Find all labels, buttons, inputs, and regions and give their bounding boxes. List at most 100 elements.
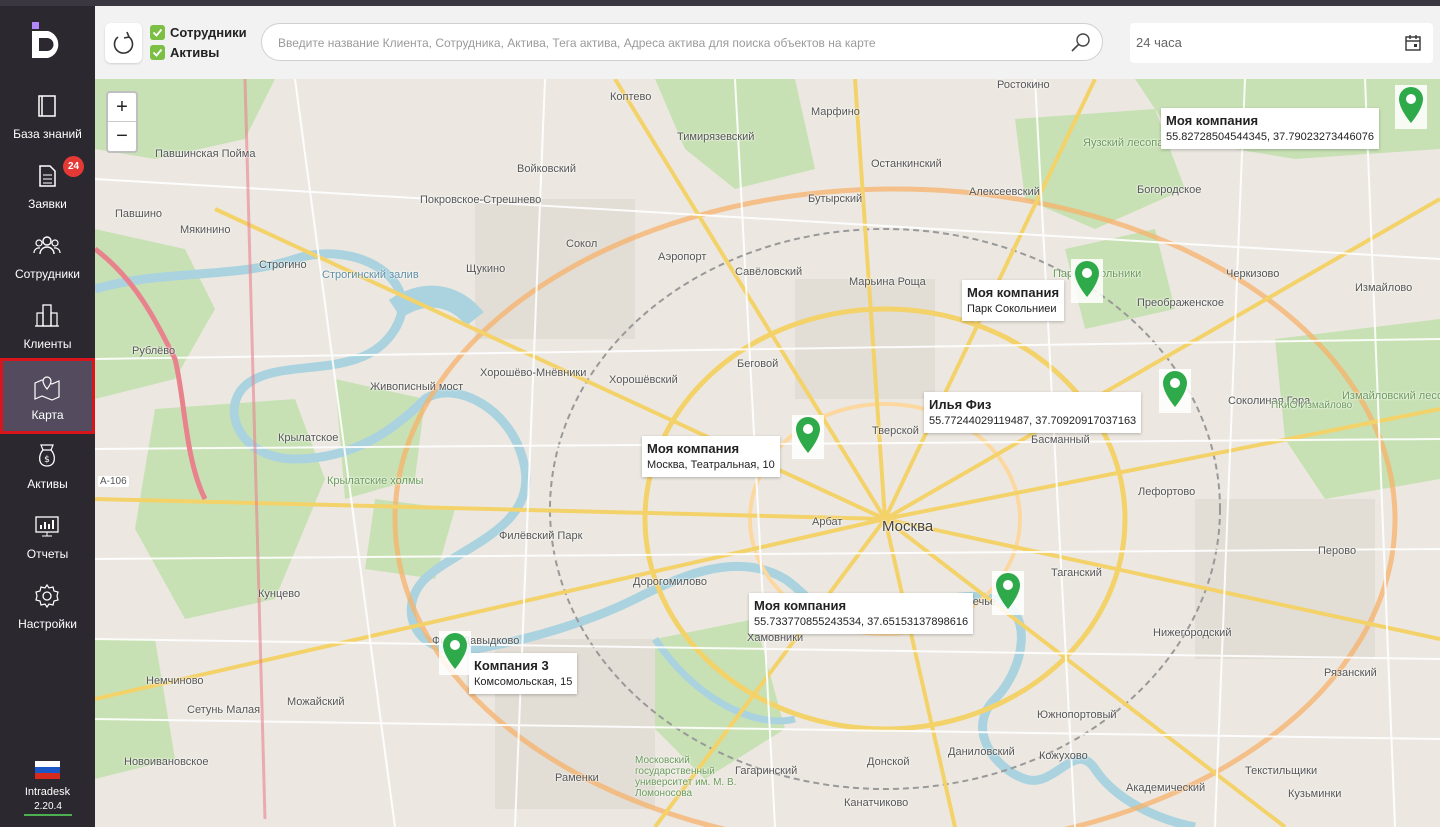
place-label: Преображенское	[1137, 297, 1225, 309]
place-label: Сетунь Малая	[187, 704, 261, 716]
refresh-icon	[113, 31, 134, 54]
place-label: Новоивановское	[124, 756, 209, 768]
map-marker-pin-icon[interactable]	[439, 631, 471, 675]
place-label: Крылатское	[278, 432, 339, 444]
place-label: Немчиново	[146, 675, 204, 687]
place-label: Ростокино	[997, 79, 1050, 91]
marker-label[interactable]: Моя компания Парк Сокольниеи	[962, 280, 1065, 321]
place-label: Останкинский	[871, 158, 942, 170]
place-label: Тимирязевский	[677, 131, 755, 143]
map-search	[261, 23, 1103, 61]
sidebar-item-clients[interactable]: Клиенты	[0, 294, 95, 364]
money-bag-icon: $	[39, 444, 55, 467]
marker-subtitle: Комсомольская, 15	[474, 676, 573, 688]
road-shield: А-106	[98, 476, 129, 487]
place-label: Донской	[867, 756, 910, 768]
marker-label[interactable]: Моя компания Москва, Театральная, 10	[642, 436, 780, 477]
marker-label[interactable]: Компания 3 Комсомольская, 15	[469, 653, 578, 694]
place-label-city: Москва	[882, 518, 934, 535]
place-label: Покровское-Стрешнево	[420, 194, 542, 206]
monitor-chart-icon	[35, 516, 59, 537]
place-label: Живописный мост	[370, 381, 464, 393]
place-label: Кожухово	[1039, 750, 1088, 762]
place-label: Дорогомилово	[633, 576, 708, 588]
place-label: Войковский	[517, 163, 576, 175]
search-input[interactable]	[278, 33, 1058, 53]
sidebar-item-tickets[interactable]: 24 Заявки	[0, 154, 95, 224]
place-label: Хорошёвский	[609, 374, 678, 386]
brand-name: Intradesk	[24, 786, 71, 798]
map-marker-pin-icon[interactable]	[792, 415, 824, 459]
sidebar-item-label: Заявки	[28, 197, 67, 211]
place-label: Филёвский Парк	[499, 530, 583, 542]
app-version: 2.20.4	[24, 801, 72, 816]
toolbar: Сотрудники Активы 24 часа	[95, 6, 1440, 79]
map-marker-pin-icon[interactable]	[1071, 259, 1103, 303]
place-label: Аэропорт	[658, 251, 707, 263]
marker-title: Компания 3	[474, 658, 549, 673]
sidebar-item-reports[interactable]: Отчеты	[0, 504, 95, 574]
marker-subtitle: Москва, Театральная, 10	[647, 459, 775, 471]
sidebar-item-map[interactable]: Карта	[0, 358, 95, 434]
place-label: Крылатские холмы	[327, 475, 424, 487]
buildings-icon	[35, 304, 59, 327]
marker-title: Моя компания	[647, 441, 740, 456]
map-canvas[interactable]: Коптево Марфино Ростокино Тимирязевский …	[95, 79, 1440, 827]
sidebar-item-label: Активы	[27, 477, 68, 491]
zoom-out-button[interactable]: −	[108, 122, 136, 151]
filter-employees-checkbox[interactable]: Сотрудники	[150, 23, 247, 41]
svg-text:$: $	[44, 455, 50, 465]
marker-subtitle: 55.733770855243534, 37.65153137898616	[754, 616, 969, 628]
place-label: Коптево	[610, 91, 652, 103]
sidebar-item-employees[interactable]: Сотрудники	[0, 224, 95, 294]
place-label: Строгинский залив	[322, 269, 419, 281]
sidebar-item-assets[interactable]: $ Активы	[0, 434, 95, 504]
place-label: Басманный	[1031, 434, 1090, 446]
map-marker-pin-icon[interactable]	[992, 571, 1024, 615]
period-select[interactable]: 24 часа	[1130, 23, 1433, 63]
sidebar-item-label: Отчеты	[26, 547, 69, 561]
users-icon	[33, 236, 61, 255]
zoom-in-button[interactable]: +	[108, 93, 136, 122]
place-label: Кунцево	[258, 588, 301, 600]
place-label: Кузьминки	[1288, 788, 1342, 800]
intradesk-logo[interactable]	[28, 20, 68, 60]
marker-label[interactable]: Моя компания 55.82728504544345, 37.79023…	[1161, 108, 1379, 149]
place-label: Арбат	[812, 516, 843, 528]
marker-title: Моя компания	[967, 285, 1060, 300]
marker-title: Илья Физ	[929, 397, 992, 412]
sidebar-item-label: Карта	[31, 408, 64, 422]
refresh-button[interactable]	[105, 23, 142, 63]
search-icon[interactable]	[1070, 32, 1092, 54]
place-label: Измайлово	[1355, 282, 1413, 294]
place-label: Можайский	[287, 696, 345, 708]
sidebar: База знаний 24 Заявки Сотрудники Клиенты…	[0, 6, 95, 827]
place-label: Строгино	[259, 259, 307, 271]
place-label: Павшинская Пойма	[155, 148, 256, 160]
place-label: Текстильщики	[1245, 765, 1318, 777]
calendar-icon[interactable]	[1404, 34, 1422, 52]
place-label: Московский государственный университет и…	[635, 755, 737, 799]
period-value: 24 часа	[1136, 35, 1182, 50]
place-label: Черкизово	[1226, 268, 1280, 280]
place-label: Канатчиково	[844, 797, 909, 809]
sidebar-item-label: Настройки	[18, 617, 77, 631]
marker-label[interactable]: Илья Физ 55.77244029119487, 37.709209170…	[924, 392, 1142, 433]
place-label: Мякинино	[180, 224, 231, 236]
book-icon	[38, 95, 56, 117]
sidebar-item-knowledge-base[interactable]: База знаний	[0, 84, 95, 154]
document-icon	[39, 165, 56, 187]
map-marker-pin-icon[interactable]	[1159, 369, 1191, 413]
filter-assets-checkbox[interactable]: Активы	[150, 43, 219, 61]
sidebar-item-settings[interactable]: Настройки	[0, 574, 95, 644]
language-flag-ru-icon[interactable]	[35, 761, 60, 779]
place-label: Даниловский	[948, 746, 1015, 758]
marker-subtitle: 55.82728504544345, 37.79023273446076	[1166, 131, 1374, 143]
place-label: Рязанский	[1324, 667, 1377, 679]
place-label: Беговой	[737, 358, 779, 370]
marker-label[interactable]: Моя компания 55.733770855243534, 37.6515…	[749, 593, 974, 634]
map-marker-pin-icon[interactable]	[1395, 85, 1427, 129]
place-label: Богородское	[1137, 184, 1202, 196]
filter-label: Сотрудники	[170, 24, 247, 40]
gear-icon	[35, 583, 59, 609]
